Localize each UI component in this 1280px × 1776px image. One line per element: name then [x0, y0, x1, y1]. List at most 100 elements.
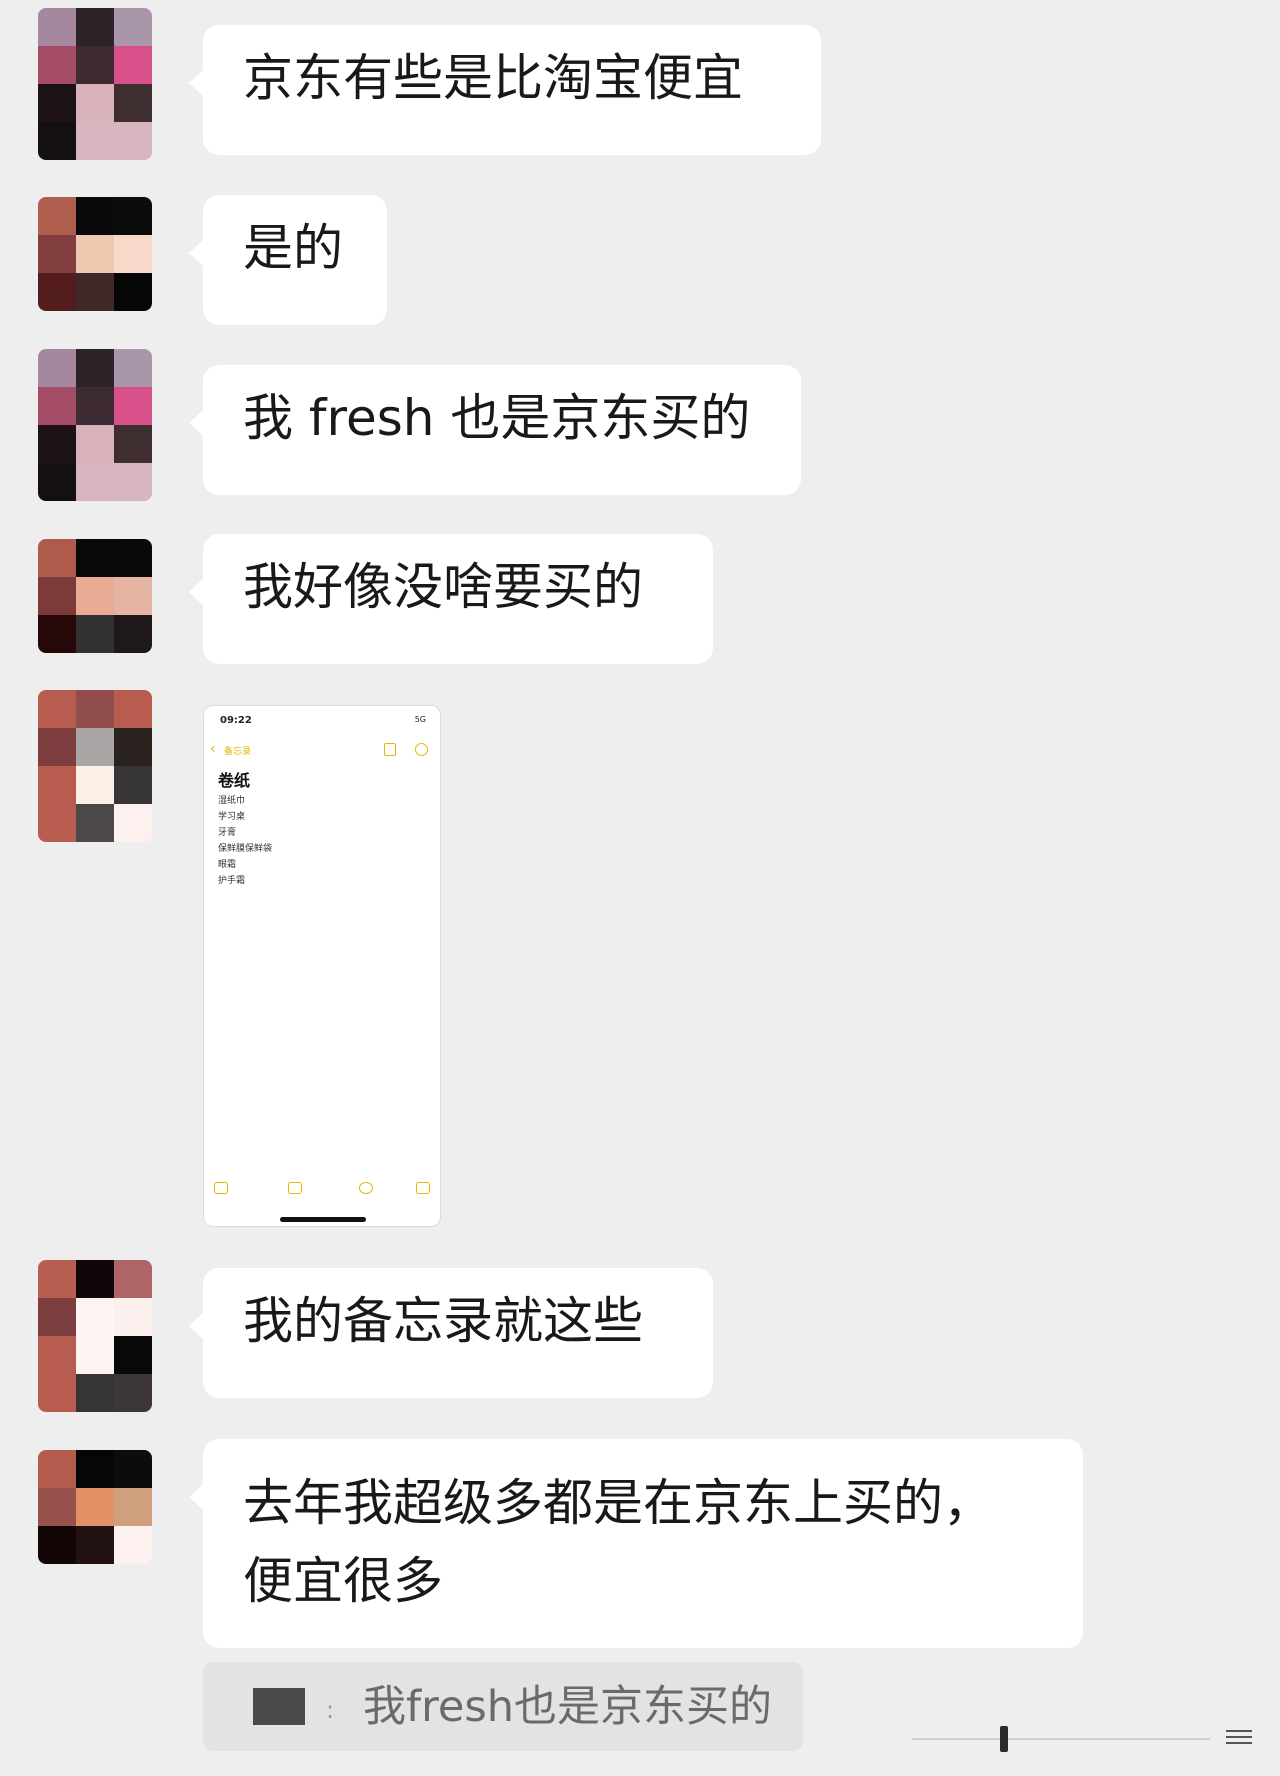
message-bubble[interactable]: 我 fresh 也是京东买的: [189, 365, 801, 495]
message-bubble[interactable]: 去年我超级多都是在京东上买的， 便宜很多: [189, 1439, 1083, 1648]
note-line: 保鲜膜保鲜袋: [218, 844, 273, 854]
avatar[interactable]: [38, 539, 152, 653]
avatar-pixel: [114, 690, 152, 728]
avatar-pixel: [38, 46, 76, 84]
quote-separator: :: [326, 1696, 335, 1724]
avatar-pixel: [76, 463, 114, 501]
avatar-pixel: [114, 1450, 152, 1488]
avatar-pixel: [114, 8, 152, 46]
avatar-pixel: [114, 1298, 152, 1336]
avatar-pixel: [76, 8, 114, 46]
avatar-pixel: [76, 349, 114, 387]
avatar-pixel: [114, 122, 152, 160]
avatar-pixel: [76, 690, 114, 728]
avatar-pixel: [38, 349, 76, 387]
avatar-pixel: [76, 273, 114, 311]
note-line: 护手霜: [218, 876, 246, 886]
avatar-pixel: [38, 425, 76, 463]
avatar-pixel: [114, 766, 152, 804]
camera-icon: [288, 1182, 302, 1194]
avatar-pixel: [38, 273, 76, 311]
avatar-pixel: [76, 1374, 114, 1412]
avatar-pixel: [38, 84, 76, 122]
avatar[interactable]: [38, 690, 152, 842]
avatar-pixel: [38, 577, 76, 615]
avatar-pixel: [76, 804, 114, 842]
avatar-pixel: [76, 1526, 114, 1564]
avatar-pixel: [76, 387, 114, 425]
avatar-pixel: [114, 1488, 152, 1526]
avatar-pixel: [38, 463, 76, 501]
avatar-pixel: [38, 1450, 76, 1488]
avatar-pixel: [76, 1298, 114, 1336]
avatar-pixel: [76, 1260, 114, 1298]
phone-time: 09:22: [220, 715, 252, 726]
avatar-pixel: [38, 766, 76, 804]
avatar-pixel: [114, 349, 152, 387]
message-bubble[interactable]: 京东有些是比淘宝便宜: [189, 25, 821, 155]
phone-nav-bar: ‹ 备忘录: [208, 741, 430, 759]
message-bubble[interactable]: 我的备忘录就这些: [189, 1268, 713, 1398]
avatar-pixel: [38, 1526, 76, 1564]
input-bar[interactable]: [900, 1722, 1260, 1756]
message-line: 去年我超级多都是在京东上买的，: [243, 1474, 993, 1532]
avatar-pixel: [76, 577, 114, 615]
message-line: 便宜很多: [243, 1552, 443, 1610]
avatar-pixel: [38, 1336, 76, 1374]
avatar-pixel: [76, 1336, 114, 1374]
avatar[interactable]: [38, 1450, 152, 1564]
note-line: 学习桌: [218, 812, 246, 822]
note-line: 眼霜: [218, 860, 237, 870]
avatar-pixel: [38, 1260, 76, 1298]
avatar[interactable]: [38, 1260, 152, 1412]
avatar-pixel: [76, 84, 114, 122]
avatar-pixel: [38, 197, 76, 235]
avatar[interactable]: [38, 349, 152, 501]
avatar[interactable]: [38, 197, 152, 311]
message-bubble[interactable]: 我好像没啥要买的: [189, 534, 713, 664]
avatar-pixel: [76, 1488, 114, 1526]
checklist-icon: [214, 1182, 228, 1194]
avatar-pixel: [114, 46, 152, 84]
note-line: 牙膏: [218, 828, 237, 838]
avatar-pixel: [76, 46, 114, 84]
back-label: 备忘录: [224, 747, 252, 757]
avatar-pixel: [76, 197, 114, 235]
divider: [912, 1738, 1210, 1740]
scrollbar[interactable]: [1000, 1726, 1008, 1752]
avatar-pixel: [38, 1488, 76, 1526]
avatar-pixel: [38, 1298, 76, 1336]
chevron-left-icon: ‹: [210, 741, 216, 757]
signal-icon: 5G: [414, 715, 426, 724]
menu-icon[interactable]: [1226, 1730, 1252, 1746]
home-indicator: [280, 1217, 366, 1222]
avatar-pixel: [38, 387, 76, 425]
avatar-pixel: [114, 425, 152, 463]
quoted-message[interactable]: : 我fresh也是京东买的: [203, 1662, 803, 1751]
avatar-pixel: [114, 1374, 152, 1412]
avatar-pixel: [38, 728, 76, 766]
avatar-pixel: [114, 197, 152, 235]
avatar-pixel: [38, 804, 76, 842]
avatar-pixel: [114, 235, 152, 273]
avatar-pixel: [38, 539, 76, 577]
avatar-pixel: [76, 425, 114, 463]
avatar-pixel: [76, 615, 114, 653]
phone-status-bar: 09:22 5G: [220, 715, 426, 731]
note-lines: 湿纸巾 学习桌 牙膏 保鲜膜保鲜袋 眼霜 护手霜: [218, 793, 272, 889]
avatar-pixel: [76, 539, 114, 577]
message-bubble[interactable]: 是的: [189, 195, 387, 325]
avatar-pixel: [114, 615, 152, 653]
avatar-pixel: [38, 690, 76, 728]
avatar-pixel: [114, 1260, 152, 1298]
avatar-pixel: [76, 1450, 114, 1488]
phone-toolbar: [212, 1182, 432, 1200]
avatar-pixel: [38, 122, 76, 160]
markup-icon: [359, 1182, 373, 1194]
avatar-pixel: [114, 1336, 152, 1374]
avatar-pixel: [76, 766, 114, 804]
avatar-pixel: [38, 615, 76, 653]
avatar[interactable]: [38, 8, 152, 160]
image-message[interactable]: 09:22 5G ‹ 备忘录 卷纸 湿纸巾 学习桌 牙膏 保鲜膜保鲜袋 眼霜 护…: [203, 705, 441, 1227]
avatar-pixel: [114, 728, 152, 766]
